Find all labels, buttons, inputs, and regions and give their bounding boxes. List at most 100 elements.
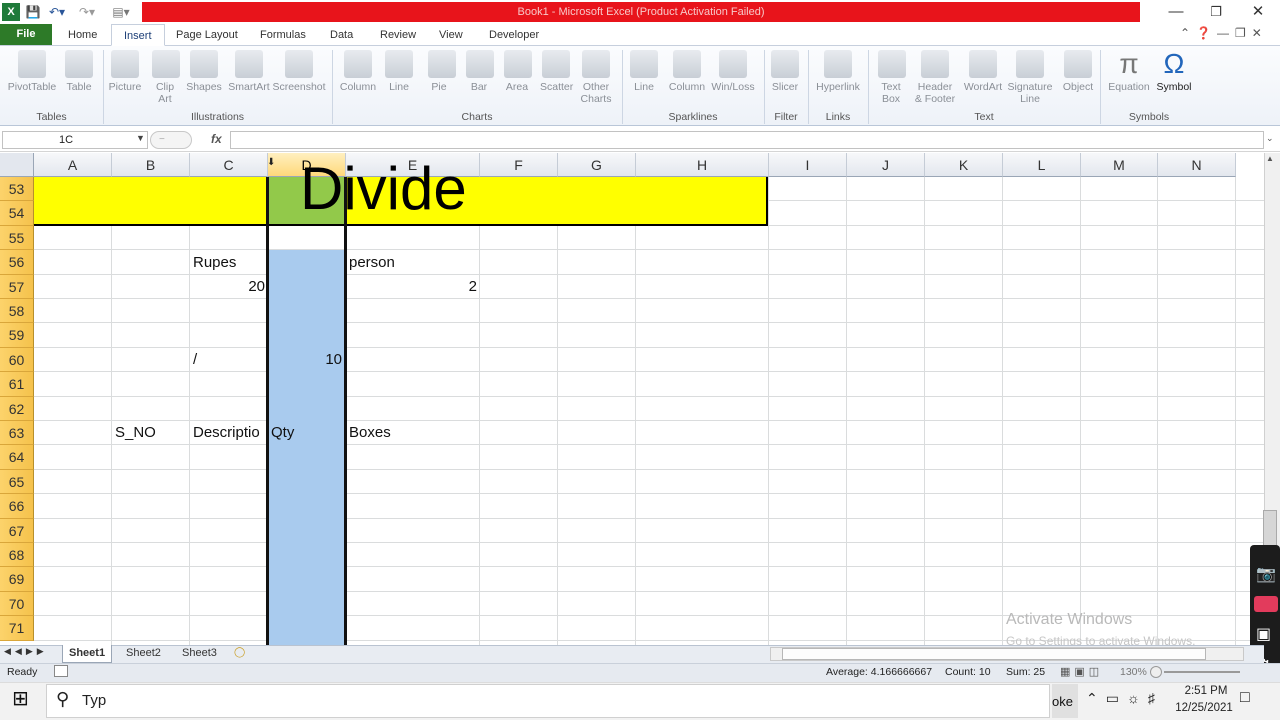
sheet-tab-sheet1[interactable]: Sheet1 [62,645,113,663]
worksheet-grid[interactable]: ABCDEFGHIJKLMN 53 54 55 56 57 58 59 60 61 62 63 64 6… [0,153,1264,645]
windows-start-icon[interactable]: ⊞ [12,688,34,710]
camera-icon[interactable]: 📷 [1256,564,1276,584]
sheet-nav-arrows-icon[interactable]: ◀◀▶▶ [4,646,48,657]
ribbon-button-clipart[interactable]: Clip Art [152,50,180,105]
redo-icon[interactable]: ↷▾ [74,3,100,21]
row-header-64[interactable]: 64 [0,445,34,470]
system-tray-icons[interactable]: ⌃▭☼♯ [1086,690,1163,707]
row-header-68[interactable]: 68 [0,543,34,568]
minimize-icon[interactable]: — [1156,0,1196,24]
scroll-up-icon[interactable]: ▲ [1266,154,1274,163]
notification-center-icon[interactable]: □ [1240,689,1250,707]
ribbon-button-headerfooter[interactable]: Header & Footer [914,50,956,105]
tab-insert[interactable]: Insert [111,24,165,46]
formula-bar-expand-icon[interactable]: − [150,131,192,149]
vertical-scroll-thumb[interactable] [1263,510,1277,550]
name-box-dropdown-icon[interactable]: ▼ [136,133,145,143]
ribbon-button-wordart[interactable]: WordArt [962,50,1004,93]
row-header-59[interactable]: 59 [0,323,34,348]
cell-d63[interactable]: Qty [271,424,294,441]
ribbon-button-textbox[interactable]: Text Box [878,50,906,105]
ribbon-button-spark-line[interactable]: Line [630,50,658,93]
macro-record-icon[interactable] [54,665,68,677]
ribbon-button-pivottable[interactable]: PivotTable [6,50,58,93]
tab-page-layout[interactable]: Page Layout [164,24,250,46]
cell-e63[interactable]: Boxes [349,424,391,441]
cell-d60[interactable]: 10 [268,351,342,368]
row-header-63[interactable]: 63 [0,421,34,446]
row-header-71[interactable]: 71 [0,616,34,641]
taskbar-search-box[interactable] [46,684,1050,718]
row-header-56[interactable]: 56 [0,250,34,275]
ribbon-button-scatter[interactable]: Scatter [540,50,573,93]
ribbon-button-picture[interactable]: Picture [108,50,142,93]
tab-file[interactable]: File [0,24,52,45]
ribbon-button-hyperlink[interactable]: Hyperlink [814,50,862,93]
ribbon-button-object[interactable]: Object [1060,50,1096,93]
ribbon-button-column[interactable]: Column [338,50,378,93]
ribbon-button-symbol[interactable]: Ω Symbol [1154,50,1194,94]
formula-bar-expand-arrow-icon[interactable]: ⌄ [1266,133,1274,144]
row-header-70[interactable]: 70 [0,591,34,617]
zoom-slider[interactable] [1150,666,1240,678]
tab-review[interactable]: Review [368,24,428,46]
gallery-icon[interactable]: ▣ [1256,624,1271,644]
tab-data[interactable]: Data [318,24,365,46]
cell-c60[interactable]: / [193,351,197,368]
cell-c56[interactable]: Rupes [193,254,236,271]
clock-time[interactable]: 2:51 PM [1178,685,1234,697]
select-all-corner[interactable] [0,153,34,177]
column-header-m[interactable]: M [1081,153,1158,177]
restore-icon[interactable]: ❐ [1196,0,1236,24]
column-header-f[interactable]: F [480,153,558,177]
column-header-h[interactable]: H [636,153,769,177]
tab-home[interactable]: Home [56,24,109,46]
column-header-k[interactable]: K [925,153,1003,177]
insert-function-icon[interactable]: fx [211,132,222,146]
insert-sheet-icon[interactable]: ◯ [234,647,252,661]
tab-developer[interactable]: Developer [477,24,551,46]
row-header-69[interactable]: 69 [0,567,34,592]
undo-icon[interactable]: ↶▾ [44,3,70,21]
cell-c63[interactable]: Descriptio [193,424,267,441]
taskbar-search-text[interactable]: Typ [82,692,106,709]
ribbon-button-equation[interactable]: π Equation [1106,50,1152,94]
cell-b63[interactable]: S_NO [115,424,156,441]
formula-input[interactable] [230,131,1264,149]
row-header-67[interactable]: 67 [0,518,34,543]
row-header-57[interactable]: 57 [0,274,34,299]
column-header-b[interactable]: B [112,153,190,177]
view-mode-icons[interactable]: ▦▣◫ [1060,665,1103,678]
row-header-61[interactable]: 61 [0,372,34,397]
row-header-65[interactable]: 65 [0,469,34,495]
sheet-tab-sheet2[interactable]: Sheet2 [120,645,167,663]
ribbon-button-spark-column[interactable]: Column [668,50,706,93]
column-d-selection[interactable] [268,250,345,645]
ribbon-window-controls[interactable]: ⌃❓—❐✕ [1180,26,1280,44]
ribbon-button-shapes[interactable]: Shapes [186,50,222,93]
tab-formulas[interactable]: Formulas [248,24,318,46]
ribbon-button-bar[interactable]: Bar [466,50,494,93]
customize-qat-icon[interactable]: ▤▾ [104,3,138,21]
row-header-60[interactable]: 60 [0,347,34,373]
ribbon-button-pie[interactable]: Pie [428,50,456,93]
column-header-a[interactable]: A [34,153,112,177]
row-header-62[interactable]: 62 [0,396,34,421]
column-header-g[interactable]: G [558,153,636,177]
ribbon-button-winloss[interactable]: Win/Loss [710,50,756,93]
ribbon-button-area[interactable]: Area [504,50,532,93]
ribbon-button-table[interactable]: Table [64,50,94,93]
taskbar-app-label[interactable]: oke [1052,694,1073,709]
tab-view[interactable]: View [427,24,475,46]
horizontal-scroll-thumb[interactable] [782,648,1206,660]
cell-e57[interactable]: 2 [346,278,477,295]
ribbon-button-othercharts[interactable]: Other Charts [580,50,612,105]
column-header-l[interactable]: L [1003,153,1081,177]
ribbon-button-smartart[interactable]: SmartArt [226,50,272,93]
ribbon-button-screenshot[interactable]: Screenshot [272,50,326,93]
clock-date[interactable]: 12/25/2021 [1172,702,1236,714]
cell-c57[interactable]: 20 [190,278,265,295]
row-header-55[interactable]: 55 [0,225,34,251]
ribbon-button-slicer[interactable]: Slicer [770,50,800,93]
column-header-j[interactable]: J [847,153,925,177]
